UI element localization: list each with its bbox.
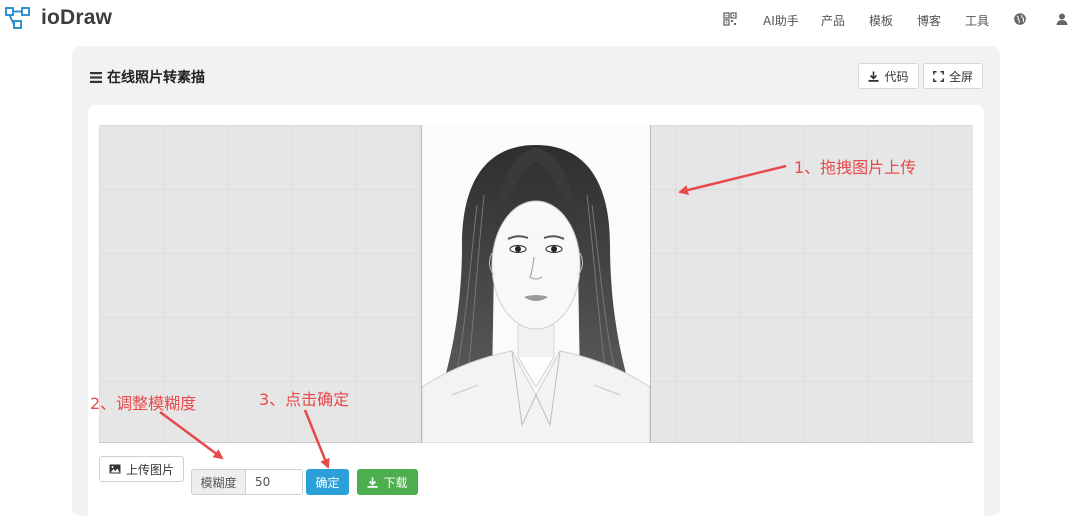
user-icon[interactable] — [1055, 12, 1069, 26]
fullscreen-button[interactable]: 全屏 — [923, 63, 983, 89]
nav-item-blog[interactable]: 博客 — [917, 12, 941, 29]
tool-panel: 在线照片转素描 代码 全屏 — [72, 46, 1000, 525]
fullscreen-button-label: 全屏 — [948, 69, 973, 84]
upload-image-button[interactable]: 上传图片 — [99, 456, 184, 482]
nav-item-products[interactable]: 产品 — [821, 12, 845, 29]
brand-name: ioDraw — [41, 6, 113, 29]
download-icon — [868, 71, 879, 82]
qrcode-icon[interactable] — [723, 12, 737, 26]
blur-input[interactable] — [245, 469, 303, 495]
sketch-preview — [421, 125, 651, 443]
image-icon — [109, 464, 121, 474]
upload-image-button-label: 上传图片 — [125, 462, 174, 477]
logo-icon — [5, 7, 30, 29]
panel-header: 在线照片转素描 — [90, 67, 205, 87]
portrait-sketch-image — [422, 145, 650, 443]
annotation-step1: 1、拖拽图片上传 — [794, 158, 917, 177]
brand[interactable]: ioDraw — [5, 6, 112, 30]
annotation-step3: 3、点击确定 — [259, 390, 350, 409]
page-title: 在线照片转素描 — [107, 70, 205, 86]
fullscreen-icon — [933, 70, 944, 82]
download-icon — [367, 477, 378, 488]
download-button[interactable]: 下载 — [357, 469, 418, 495]
code-button[interactable]: 代码 — [858, 63, 919, 89]
code-button-label: 代码 — [884, 69, 909, 84]
download-button-label: 下载 — [383, 475, 408, 490]
globe-icon[interactable] — [1013, 12, 1027, 26]
nav-item-templates[interactable]: 模板 — [869, 12, 893, 29]
confirm-button[interactable]: 确定 — [306, 469, 349, 495]
nav-item-tools[interactable]: 工具 — [965, 12, 989, 29]
annotation-step2: 2、调整模糊度 — [90, 394, 197, 413]
nav-item-ai-assistant[interactable]: AI助手 — [763, 12, 799, 29]
top-navbar: ioDraw AI助手 产品 模板 博客 工具 — [0, 0, 1080, 40]
blur-label: 模糊度 — [191, 469, 245, 495]
list-icon — [90, 71, 102, 83]
